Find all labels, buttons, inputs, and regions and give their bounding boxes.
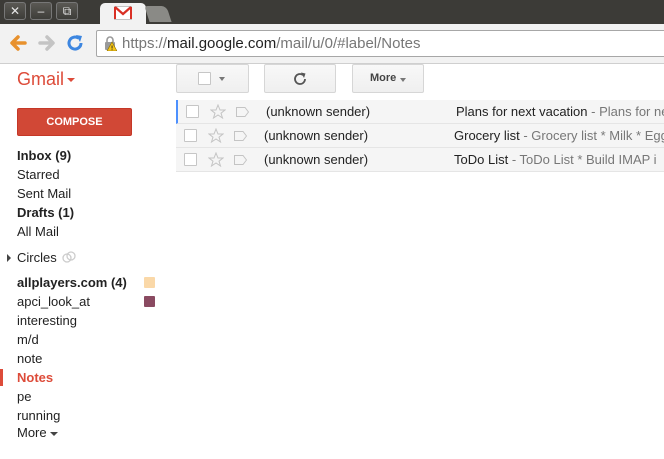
message-row[interactable]: (unknown sender) Grocery list - Grocery …	[176, 124, 664, 148]
sidebar-item-all-mail[interactable]: All Mail	[17, 224, 59, 239]
address-bar[interactable]: https://mail.google.com/mail/u/0/#label/…	[96, 30, 664, 57]
sidebar-item-inbox[interactable]: Inbox (9)	[17, 148, 71, 163]
message-snippet: - Grocery list * Milk * Egg	[519, 128, 664, 143]
message-sender: (unknown sender)	[264, 152, 369, 167]
message-subject: ToDo List - ToDo List * Build IMAP i	[454, 152, 657, 167]
warning-lock-icon[interactable]	[103, 36, 117, 51]
message-snippet: - Plans for ne	[587, 104, 664, 119]
sidebar-item-circles[interactable]: Circles	[17, 250, 57, 265]
chevron-down-icon	[219, 77, 225, 81]
star-icon[interactable]	[208, 152, 224, 167]
gmail-favicon-icon	[114, 6, 132, 20]
sidebar-item-md[interactable]: m/d	[17, 332, 39, 347]
sidebar-item-more[interactable]: More	[17, 425, 58, 440]
sidebar-item-drafts[interactable]: Drafts (1)	[17, 205, 74, 220]
importance-marker-icon[interactable]	[234, 131, 247, 141]
message-subject: Grocery list - Grocery list * Milk * Egg	[454, 128, 664, 143]
message-row[interactable]: (unknown sender) Plans for next vacation…	[176, 100, 664, 124]
sidebar-item-notes[interactable]: Notes	[17, 370, 53, 385]
sidebar-item-sent[interactable]: Sent Mail	[17, 186, 71, 201]
url-text: https://mail.google.com/mail/u/0/#label/…	[122, 35, 421, 52]
message-sender: (unknown sender)	[266, 104, 371, 119]
browser-toolbar: https://mail.google.com/mail/u/0/#label/…	[0, 24, 664, 64]
refresh-button[interactable]	[264, 64, 336, 93]
label-color-swatch[interactable]	[144, 277, 155, 288]
select-all-checkbox[interactable]	[198, 72, 211, 85]
compose-button[interactable]: COMPOSE	[17, 108, 132, 136]
message-checkbox[interactable]	[186, 105, 199, 118]
sidebar-item-running[interactable]: running	[17, 408, 60, 423]
sidebar-item-apci-look-at[interactable]: apci_look_at	[17, 294, 90, 309]
more-actions-button[interactable]: More	[352, 64, 424, 93]
more-actions-label: More	[370, 72, 397, 84]
importance-marker-icon[interactable]	[234, 155, 247, 165]
browser-tabstrip: ✕ – ⧉	[0, 0, 664, 24]
message-snippet: - ToDo List * Build IMAP i	[508, 152, 657, 167]
refresh-icon	[294, 72, 306, 85]
forward-arrow-icon[interactable]	[36, 32, 58, 54]
reload-icon[interactable]	[64, 32, 86, 54]
star-icon[interactable]	[210, 104, 226, 119]
chevron-down-icon	[67, 78, 76, 83]
back-arrow-icon[interactable]	[7, 32, 29, 54]
star-icon[interactable]	[208, 128, 224, 143]
message-sender: (unknown sender)	[264, 128, 369, 143]
active-indicator	[0, 369, 3, 386]
window-close-button[interactable]: ✕	[4, 2, 26, 20]
sidebar-item-starred[interactable]: Starred	[17, 167, 60, 182]
message-subject: Plans for next vacation - Plans for ne	[456, 104, 664, 119]
new-tab-button[interactable]	[144, 6, 172, 22]
expand-circles-icon[interactable]	[7, 254, 11, 262]
chevron-down-icon	[49, 431, 58, 436]
label-color-swatch[interactable]	[144, 296, 155, 307]
browser-tab-gmail[interactable]	[100, 3, 146, 24]
message-checkbox[interactable]	[184, 153, 197, 166]
sidebar-item-pe[interactable]: pe	[17, 389, 31, 404]
sidebar-item-interesting[interactable]: interesting	[17, 313, 77, 328]
window-restore-button[interactable]: ⧉	[56, 2, 78, 20]
sidebar-item-note[interactable]: note	[17, 351, 42, 366]
sidebar-item-allplayers[interactable]: allplayers.com (4)	[17, 275, 127, 290]
select-all-button[interactable]	[176, 64, 249, 93]
circles-icon	[62, 251, 76, 263]
importance-marker-icon[interactable]	[236, 107, 249, 117]
gmail-logo[interactable]: Gmail	[17, 69, 76, 90]
message-row[interactable]: (unknown sender) ToDo List - ToDo List *…	[176, 148, 664, 172]
message-checkbox[interactable]	[184, 129, 197, 142]
window-minimize-button[interactable]: –	[30, 2, 52, 20]
chevron-down-icon	[400, 78, 406, 82]
